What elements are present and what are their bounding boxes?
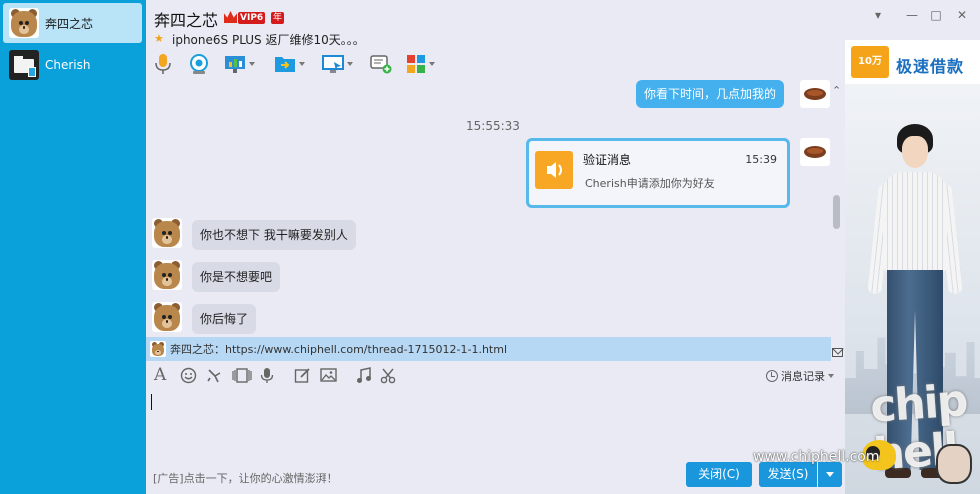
- close-window-button[interactable]: ✕: [954, 8, 970, 22]
- screenshot-edit-button[interactable]: [294, 366, 311, 384]
- screen-capture-button[interactable]: [380, 366, 397, 384]
- contact-avatar: [150, 341, 166, 357]
- verification-detail: Cherish申请添加你为好友: [585, 177, 715, 190]
- chevron-down-icon: [249, 62, 255, 66]
- star-icon: ★: [154, 32, 164, 45]
- contact-avatar[interactable]: [152, 260, 182, 290]
- message-preview-bar[interactable]: 奔四之芯：https://www.chiphell.com/thread-171…: [146, 337, 831, 361]
- verification-title: 验证消息: [583, 153, 632, 167]
- voice-message-button[interactable]: [260, 366, 274, 384]
- ad-banner[interactable]: 10万 极速借款: [845, 40, 980, 84]
- vip-badge[interactable]: VIP6: [238, 12, 266, 24]
- contact-signature: iphone6S PLUS 返厂维修10天。。。: [172, 33, 365, 47]
- contact-name: 奔四之芯: [45, 16, 94, 31]
- chat-contact-name[interactable]: 奔四之芯: [154, 7, 218, 31]
- verification-message-card[interactable]: 验证消息 15:39 Cherish申请添加你为好友: [526, 138, 790, 208]
- webcam-icon: [190, 54, 208, 74]
- ad-title: 极速借款: [896, 57, 965, 76]
- frame-icon: [232, 367, 252, 383]
- clock-icon: [766, 370, 778, 382]
- chevron-down-icon: [828, 374, 834, 378]
- message-bubble-right: 你看下时间，几点加我的: [636, 80, 785, 108]
- chevron-down-icon: [347, 62, 353, 66]
- message-history-label: 消息记录: [781, 370, 825, 383]
- screen-share-button[interactable]: [322, 52, 353, 76]
- watermark-avatar: [936, 444, 972, 484]
- folder-icon: [275, 57, 295, 72]
- contact-avatar[interactable]: [152, 302, 182, 332]
- message-bubble-left: 你后悔了: [192, 304, 257, 334]
- collapse-icon[interactable]: ⌃: [832, 84, 841, 97]
- chat-history[interactable]: 你看下时间，几点加我的 15:55:33 验证消息 15:39 Cherish申…: [146, 80, 844, 336]
- message-history-button[interactable]: 消息记录: [766, 368, 834, 384]
- apps-button[interactable]: [406, 52, 435, 76]
- music-note-icon: [357, 366, 371, 383]
- remote-assist-button[interactable]: [224, 52, 255, 76]
- minimize-button[interactable]: —: [904, 8, 920, 22]
- contact-avatar[interactable]: [152, 218, 182, 248]
- shake-icon: [207, 368, 221, 382]
- microphone-icon: [155, 54, 171, 74]
- presentation-icon: [225, 56, 245, 73]
- voice-call-button[interactable]: [154, 52, 172, 76]
- speaker-icon: [535, 151, 573, 189]
- scissors-icon: [380, 368, 396, 383]
- contact-sidebar: 奔四之芯 Cherish: [0, 0, 146, 494]
- chevron-down-icon: [429, 62, 435, 66]
- message-bubble-left: 你是不想要吧: [192, 262, 281, 292]
- video-call-button[interactable]: [188, 52, 210, 76]
- verification-time: 15:39: [745, 153, 777, 166]
- font-button[interactable]: A: [154, 365, 166, 385]
- shake-button[interactable]: [206, 366, 223, 384]
- preview-link-text[interactable]: 奔四之芯：https://www.chiphell.com/thread-171…: [170, 341, 507, 357]
- create-discussion-button[interactable]: [370, 52, 392, 76]
- music-button[interactable]: [356, 366, 372, 384]
- smiley-icon: [180, 367, 197, 383]
- send-file-button[interactable]: [274, 52, 305, 76]
- vip-year-badge: 年: [271, 12, 285, 24]
- close-button[interactable]: 关闭(C): [686, 462, 752, 487]
- chat-scrollbar[interactable]: [833, 195, 840, 229]
- contact-item-benfour[interactable]: 奔四之芯: [3, 3, 142, 43]
- contact-avatar: [9, 8, 39, 38]
- ad-link[interactable]: [广告]点击一下，让你的心激情澎湃！: [153, 470, 338, 486]
- send-button[interactable]: 发送(S): [759, 462, 817, 487]
- send-image-button[interactable]: [320, 366, 337, 384]
- image-icon: [320, 367, 337, 382]
- contact-item-cherish[interactable]: Cherish: [3, 45, 142, 85]
- emoji-button[interactable]: [180, 366, 197, 384]
- microphone-icon: [260, 367, 274, 383]
- screen-icon: [322, 55, 344, 73]
- chevron-down-icon: [299, 62, 305, 66]
- mail-icon[interactable]: [832, 348, 843, 357]
- input-toolbar: A 消息记录: [146, 362, 844, 388]
- message-timestamp: 15:55:33: [466, 119, 520, 133]
- chat-toolbar: [146, 50, 446, 78]
- ad-logo: 10万: [851, 46, 889, 78]
- maximize-button[interactable]: □: [928, 8, 944, 22]
- my-avatar: [800, 80, 830, 108]
- send-options-dropdown[interactable]: [818, 462, 842, 487]
- text-cursor: [151, 394, 152, 410]
- scene-button[interactable]: [232, 366, 252, 384]
- edit-icon: [294, 367, 310, 383]
- chevron-down-icon[interactable]: ▾: [870, 8, 886, 22]
- contact-name: Cherish: [45, 58, 91, 72]
- watermark-url: www.chiphell.com: [753, 449, 880, 465]
- chat-add-icon: [370, 55, 392, 74]
- contact-avatar: [9, 50, 39, 80]
- message-input[interactable]: [146, 390, 844, 462]
- apps-grid-icon: [407, 55, 425, 73]
- my-avatar: [800, 138, 830, 166]
- message-bubble-left: 你也不想下 我干嘛要发别人: [192, 220, 356, 250]
- vip-crown-icon: [224, 11, 237, 23]
